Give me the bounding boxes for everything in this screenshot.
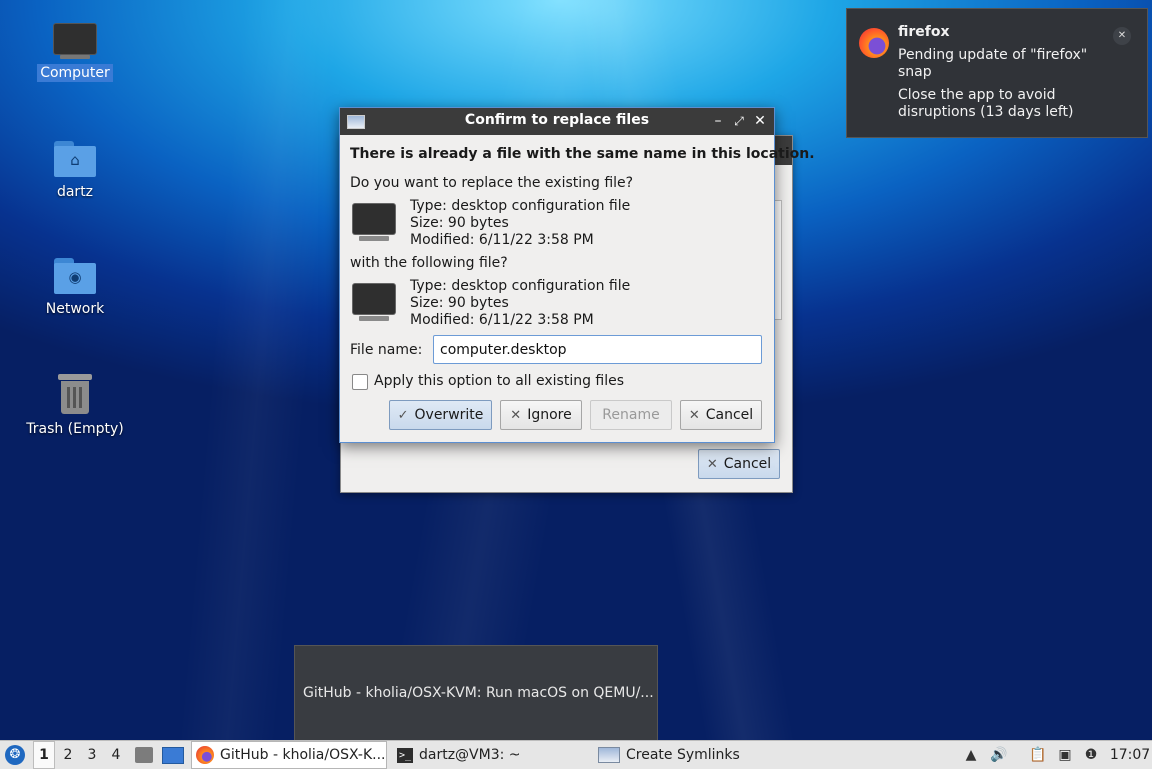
workspace-3[interactable]: 3 (81, 741, 103, 769)
replace-files-dialog: Confirm to replace files – ⤢ ✕ There is … (339, 107, 815, 443)
tooltip-text: GitHub - kholia/OSX-KVM: Run macOS on QE… (303, 685, 654, 701)
window-icon (598, 747, 620, 763)
taskbar-tooltip: GitHub - kholia/OSX-KVM: Run macOS on QE… (294, 645, 658, 743)
show-desktop-button[interactable] (162, 741, 184, 769)
desktop-icon-label: Computer (37, 64, 113, 82)
firefox-icon (196, 746, 214, 764)
task-label: dartz@VM3: ~ (419, 747, 521, 763)
button-label: Overwrite (414, 407, 484, 423)
minimize-icon[interactable]: – (709, 111, 727, 131)
new-file-info: Type: desktop configuration file Size: 9… (410, 278, 630, 329)
existing-file-type: Type: desktop configuration file (410, 198, 631, 214)
desktop-icon-label: Network (45, 301, 105, 317)
home-folder-icon: ⌂ (54, 141, 96, 177)
cancel-button[interactable]: ✕ Cancel (680, 400, 762, 430)
clock[interactable]: 17:07 (1110, 741, 1150, 769)
apply-all-label: Apply this option to all existing files (374, 373, 625, 389)
overwrite-button[interactable]: ✓ Overwrite (389, 400, 492, 430)
desktop-icon-home[interactable]: ⌂ dartz (20, 141, 130, 201)
notification-body-line2: Close the app to avoid disruptions (13 d… (898, 87, 1074, 120)
dialog-question: Do you want to replace the existing file… (350, 175, 634, 191)
volume-icon[interactable]: 🔊 (990, 741, 1008, 769)
clipboard-icon[interactable]: 📋 (1029, 741, 1047, 769)
file-cabinet-icon (135, 747, 153, 763)
notification-app-name: firefox (898, 24, 950, 40)
button-label: Rename (602, 407, 660, 423)
desktop-icon-label: Trash (Empty) (26, 421, 124, 437)
button-label: Cancel (705, 407, 754, 423)
close-icon[interactable]: ✕ (1113, 27, 1131, 45)
filename-input[interactable] (433, 335, 762, 364)
task-label: GitHub - kholia/OSX-K... (220, 747, 386, 763)
with-following-label: with the following file? (350, 255, 508, 271)
checkmark-icon: ✓ (397, 407, 409, 423)
button-label: Ignore (527, 407, 572, 423)
background-cancel-button[interactable]: ✕ Cancel (698, 449, 780, 479)
desktop-icon-network[interactable]: ◉ Network (20, 258, 130, 318)
new-file-size: Size: 90 bytes (410, 295, 509, 311)
apply-all-checkbox[interactable] (352, 374, 368, 390)
trash-icon (58, 374, 92, 414)
file-manager-launcher[interactable] (134, 741, 154, 769)
task-terminal[interactable]: >_ dartz@VM3: ~ (393, 741, 589, 769)
ignore-button[interactable]: ✕ Ignore (500, 400, 582, 430)
monitor-icon (54, 24, 96, 59)
existing-file-info: Type: desktop configuration file Size: 9… (410, 198, 630, 249)
terminal-icon: >_ (397, 747, 413, 763)
filename-label: File name: (350, 342, 423, 358)
dialog-heading: There is already a file with the same na… (350, 146, 815, 162)
desktop-icon-trash[interactable]: Trash (Empty) (20, 374, 130, 438)
maximize-icon[interactable]: ⤢ (730, 111, 748, 131)
update-notifier-icon[interactable]: ❶ (1082, 741, 1100, 769)
dialog-titlebar[interactable]: Confirm to replace files – ⤢ ✕ (340, 108, 774, 135)
close-icon[interactable]: ✕ (751, 111, 769, 131)
network-icon[interactable]: ▣ (1056, 741, 1074, 769)
notification-body-line1: Pending update of "firefox" snap (898, 47, 1088, 80)
close-icon: ✕ (706, 456, 718, 472)
task-create-symlinks[interactable]: Create Symlinks (594, 741, 794, 769)
workspace-1[interactable]: 1 (33, 741, 55, 769)
taskbar: ❂ 1 2 3 4 GitHub - kholia/OSX-K... >_ da… (0, 740, 1152, 769)
new-file-icon (353, 284, 395, 322)
network-folder-icon: ◉ (54, 258, 96, 294)
close-icon: ✕ (688, 407, 700, 423)
existing-file-icon (353, 204, 395, 242)
firefox-icon (859, 28, 889, 58)
task-label: Create Symlinks (626, 747, 740, 763)
new-file-type: Type: desktop configuration file (410, 278, 631, 294)
workspace-2[interactable]: 2 (57, 741, 79, 769)
new-file-modified: Modified: 6/11/22 3:58 PM (410, 312, 594, 328)
existing-file-size: Size: 90 bytes (410, 215, 509, 231)
existing-file-modified: Modified: 6/11/22 3:58 PM (410, 232, 594, 248)
button-label: Cancel (723, 456, 772, 472)
notification-popup[interactable]: firefox Pending update of "firefox" snap… (846, 8, 1148, 138)
application-menu-button[interactable]: ❂ (2, 741, 28, 769)
rename-button[interactable]: Rename (590, 400, 672, 430)
workspace-4[interactable]: 4 (105, 741, 127, 769)
desktop-icon (162, 746, 184, 764)
task-firefox[interactable]: GitHub - kholia/OSX-K... (191, 741, 387, 769)
close-icon: ✕ (510, 407, 522, 423)
menu-logo-icon: ❂ (5, 745, 25, 765)
tray-expand-icon[interactable]: ▲ (962, 741, 980, 769)
desktop-icon-label: dartz (56, 184, 94, 200)
desktop-icon-computer[interactable]: Computer (20, 24, 130, 82)
